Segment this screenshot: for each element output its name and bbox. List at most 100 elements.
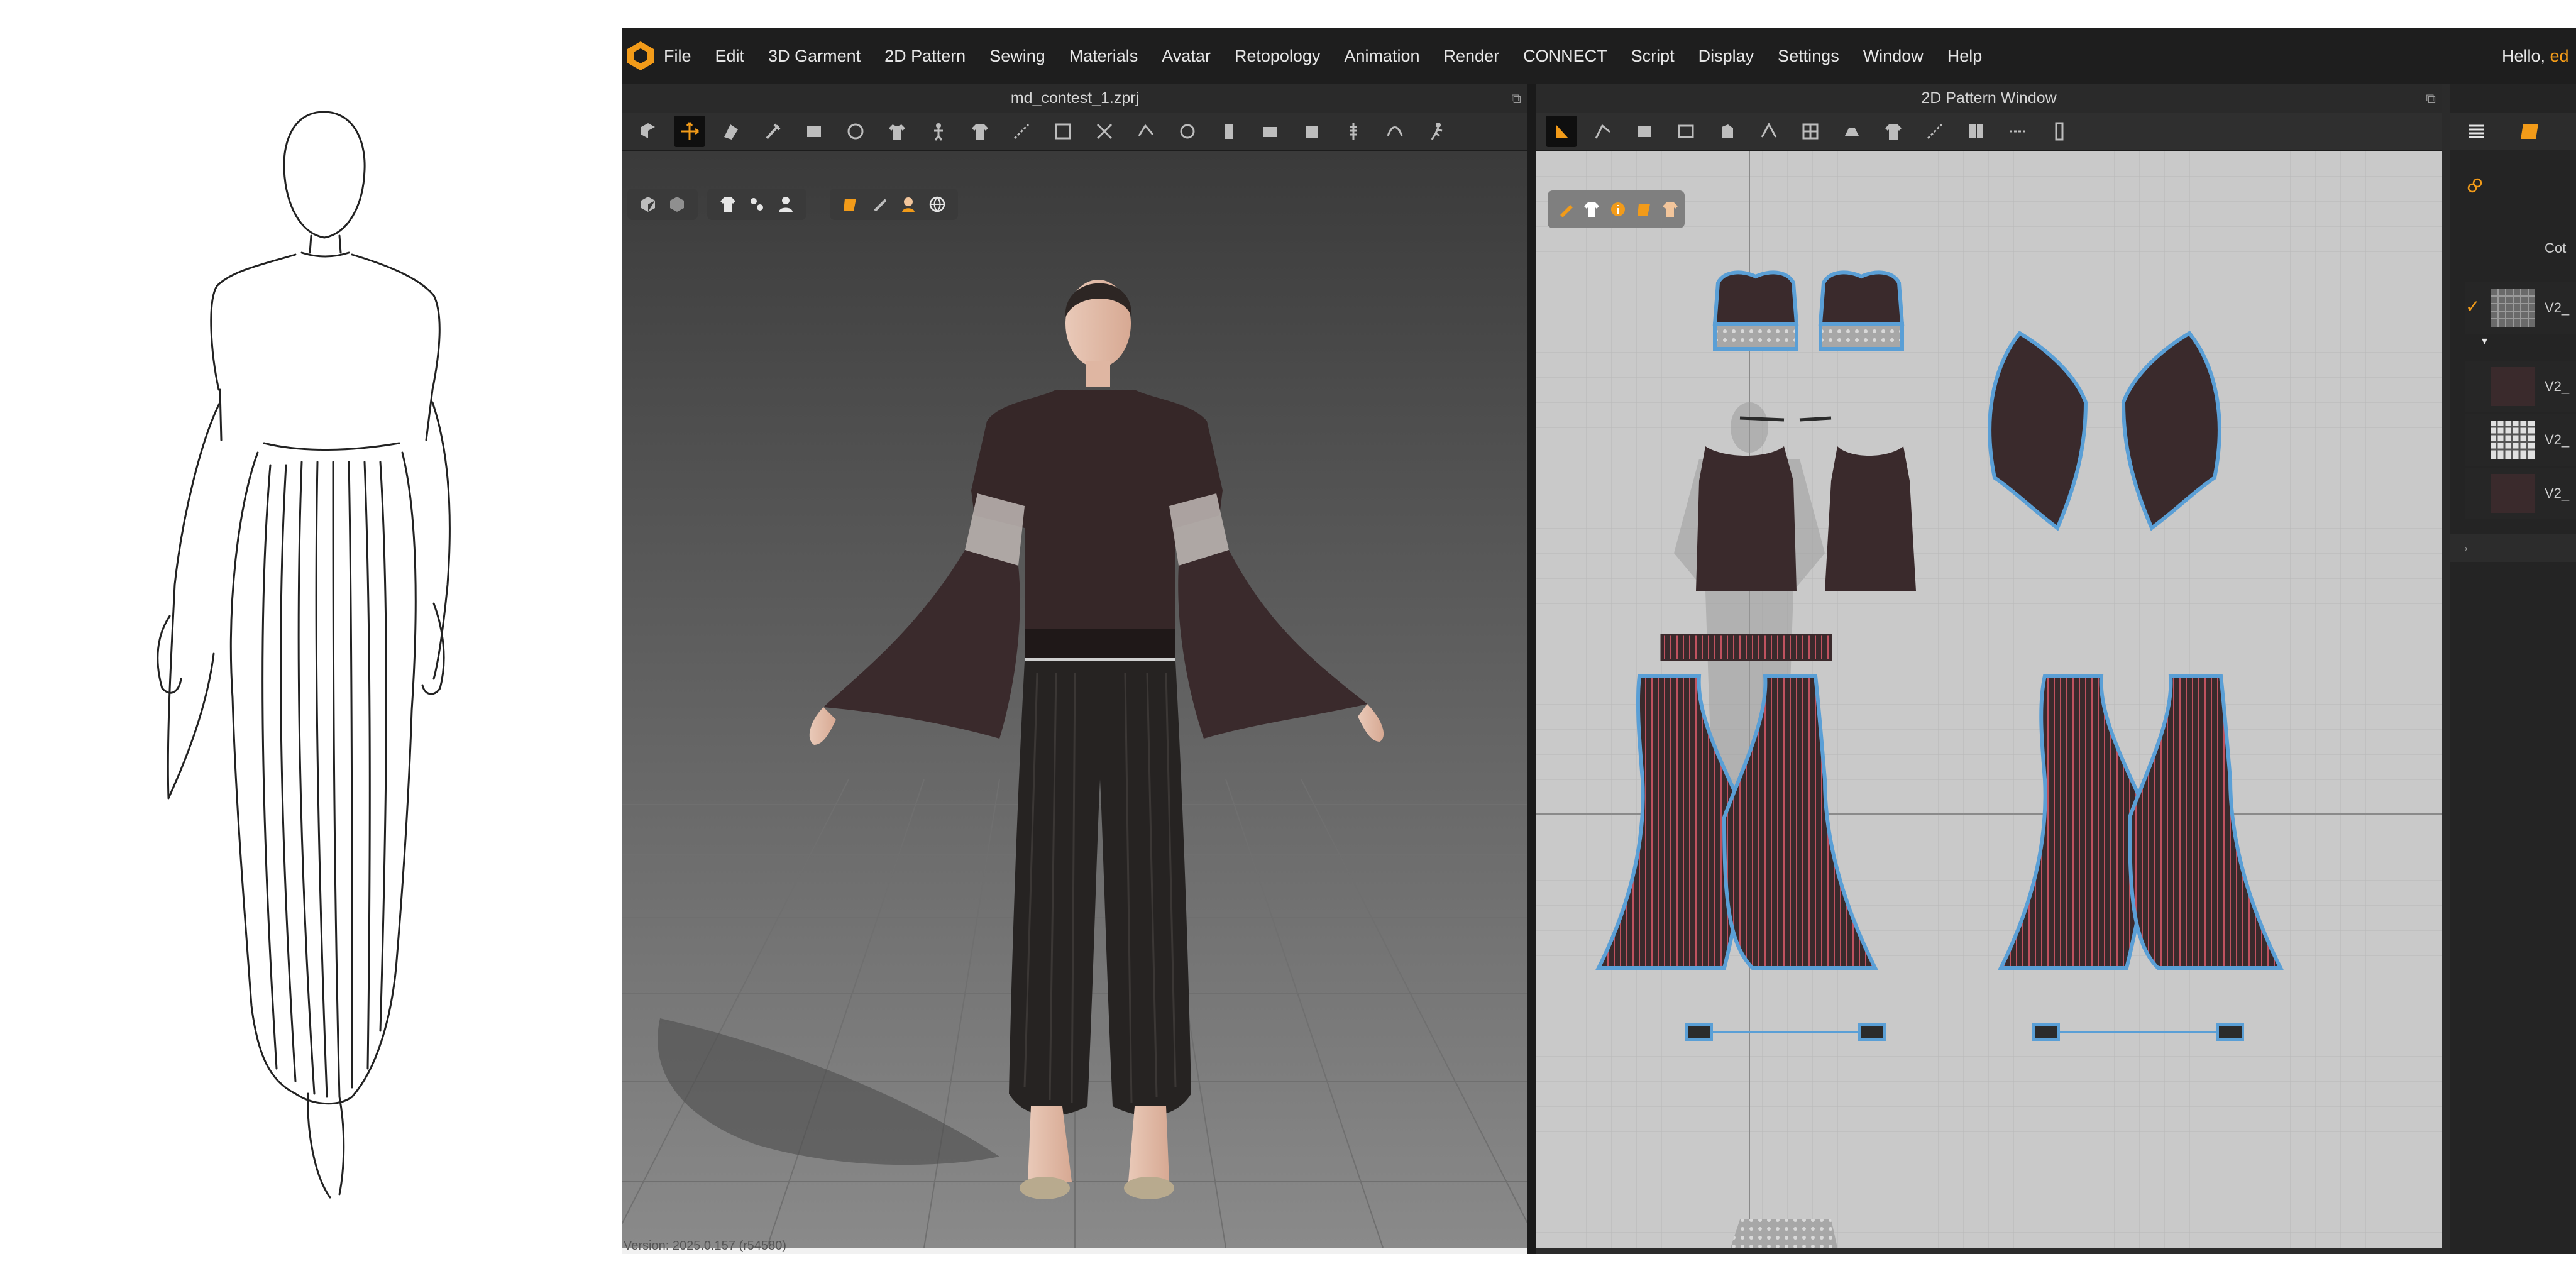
garment-shirt-icon[interactable]	[881, 116, 913, 147]
strengthen-tool-icon[interactable]	[1255, 116, 1286, 147]
object-browser-panel: Cot ✓ V2_ ▾ V2_ V2_ V2_ →	[2450, 84, 2576, 1254]
window-restore-icon[interactable]: ⧉	[1511, 84, 1521, 113]
show-avatar-icon[interactable]	[773, 191, 799, 217]
fabric-item[interactable]: V2_	[2465, 414, 2576, 466]
free-sewing-icon[interactable]	[1047, 116, 1079, 147]
tack-tool-icon[interactable]	[840, 116, 871, 147]
viewport3d-toolbar	[622, 113, 1527, 151]
symmetry-view-icon[interactable]	[1658, 197, 1682, 222]
menu-2d-pattern[interactable]: 2D Pattern	[884, 47, 966, 66]
sewing-pattern-icon[interactable]	[1919, 116, 1951, 147]
zipper-tool-icon[interactable]	[1338, 116, 1369, 147]
scene-3d	[622, 151, 1527, 1248]
garment-view-icon[interactable]	[1580, 197, 1604, 222]
viewport-3d[interactable]	[622, 151, 1527, 1248]
motion-tool-icon[interactable]	[1421, 116, 1452, 147]
fold-pattern-icon[interactable]	[1836, 116, 1868, 147]
menu-script[interactable]: Script	[1631, 47, 1675, 66]
line-tool-icon[interactable]	[2002, 116, 2034, 147]
fabric-swatch	[2491, 289, 2535, 327]
menu-retopology[interactable]: Retopology	[1235, 47, 1321, 66]
edit-pattern-icon[interactable]	[1587, 116, 1619, 147]
select-move-icon[interactable]	[798, 116, 830, 147]
menu-help[interactable]: Help	[1947, 47, 1983, 66]
menu-animation[interactable]: Animation	[1344, 47, 1419, 66]
show-avatar-joints-icon[interactable]	[744, 191, 770, 217]
transform-move-icon[interactable]	[674, 116, 705, 147]
viewport3d-title-bar: md_contest_1.zprj ⧉	[622, 84, 1527, 113]
tuck-tool-icon[interactable]	[1130, 116, 1162, 147]
pattern-toolbar	[1536, 113, 2442, 151]
fabric-name: V2_	[2545, 432, 2570, 448]
menu-render[interactable]: Render	[1444, 47, 1500, 66]
texture-view-icon[interactable]	[1632, 197, 1656, 222]
menu-window[interactable]: Window	[1863, 47, 1924, 66]
app-logo-icon	[627, 41, 654, 70]
check-icon: ✓	[2465, 297, 2480, 316]
polygon-tool-icon[interactable]	[1629, 116, 1660, 147]
menu-file[interactable]: File	[664, 47, 691, 66]
fabric-item[interactable]: V2_	[2465, 468, 2576, 519]
dart-tool-icon[interactable]	[1753, 116, 1785, 147]
pen-tool-icon[interactable]	[1554, 197, 1578, 222]
collapse-arrow-icon[interactable]: →	[2457, 539, 2470, 555]
menu-materials[interactable]: Materials	[1069, 47, 1138, 66]
sketch-drawing	[157, 111, 451, 1199]
fabric-name: V2_	[2545, 300, 2570, 316]
texture-display-icon[interactable]	[837, 191, 864, 217]
pipe-tool-icon[interactable]	[1379, 116, 1411, 147]
menu-display[interactable]: Display	[1698, 47, 1754, 66]
viewport3d-file-title: md_contest_1.zprj	[1010, 89, 1140, 107]
puckering-tool-icon[interactable]	[1296, 116, 1328, 147]
menu-items: File Edit 3D Garment 2D Pattern Sewing M…	[664, 28, 2006, 84]
menu-edit[interactable]: Edit	[715, 47, 745, 66]
fabric-item[interactable]: ✓ V2_	[2465, 282, 2576, 334]
menu-avatar[interactable]: Avatar	[1162, 47, 1211, 66]
fabric-swatch	[2491, 421, 2535, 459]
fold-arrange-icon[interactable]	[715, 116, 747, 147]
waistband-piece[interactable]	[1660, 634, 1832, 661]
grid-tool-icon[interactable]	[1795, 116, 1826, 147]
cube-shade-icon[interactable]	[664, 191, 690, 217]
fabric-item[interactable]: V2_	[2465, 361, 2576, 412]
fabric-display-icon[interactable]	[866, 191, 893, 217]
rectangle-tool-icon[interactable]	[1670, 116, 1702, 147]
measure-tool-icon[interactable]	[1213, 116, 1245, 147]
avatar-pose-icon[interactable]	[923, 116, 954, 147]
segment-sewing-icon[interactable]	[1006, 116, 1037, 147]
internal-shape-icon[interactable]	[1712, 116, 1743, 147]
fabric-tab-icon[interactable]	[2518, 119, 2543, 147]
avatar-display-icon[interactable]	[895, 191, 922, 217]
fold-tool-icon[interactable]	[1089, 116, 1120, 147]
window-restore-icon[interactable]: ⧉	[2426, 84, 2436, 113]
greeting-text: Hello,	[2502, 47, 2550, 65]
globe-tool-icon[interactable]	[1172, 116, 1203, 147]
pattern-viewport[interactable]	[1536, 151, 2442, 1248]
select-mesh-icon[interactable]	[632, 116, 664, 147]
expand-triangle-icon[interactable]: ▾	[2482, 334, 2487, 348]
object-browser-header: Cot	[2545, 240, 2567, 256]
menu-3d-garment[interactable]: 3D Garment	[768, 47, 861, 66]
info-icon[interactable]	[1606, 197, 1630, 222]
menu-connect[interactable]: CONNECT	[1523, 47, 1607, 66]
panel-divider[interactable]	[1527, 84, 1536, 1254]
texture-tool-icon[interactable]	[1961, 116, 1992, 147]
ruler-tool-icon[interactable]	[2044, 116, 2075, 147]
property-header: →	[2450, 534, 2576, 562]
menu-sewing[interactable]: Sewing	[989, 47, 1045, 66]
pin-tool-icon[interactable]	[757, 116, 788, 147]
cube-view-icon[interactable]	[635, 191, 661, 217]
fabric-name: V2_	[2545, 485, 2570, 501]
environment-globe-icon[interactable]	[924, 191, 950, 217]
fabric-swatch	[2491, 367, 2535, 406]
user-greeting[interactable]: Hello, ed	[2502, 28, 2569, 84]
object-browser-tabs	[2450, 113, 2576, 150]
list-view-icon[interactable]	[2467, 121, 2487, 145]
menu-settings[interactable]: Settings	[1778, 47, 1839, 66]
pattern-float-toolbar	[1548, 190, 1685, 228]
shirt-tool-icon[interactable]	[964, 116, 996, 147]
fabric-add-icon[interactable]	[2467, 177, 2483, 197]
show-garment-icon[interactable]	[715, 191, 741, 217]
transform-pattern-icon[interactable]	[1546, 116, 1577, 147]
garment-pattern-icon[interactable]	[1878, 116, 1909, 147]
